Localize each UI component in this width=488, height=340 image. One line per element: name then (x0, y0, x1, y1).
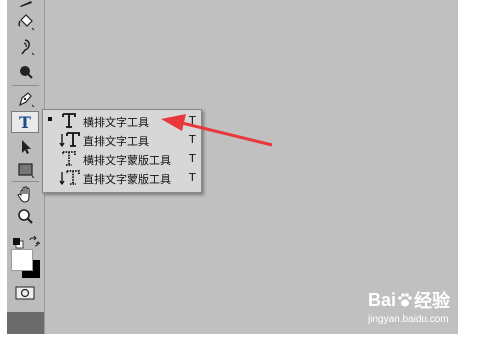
watermark-brand-left: Bai (368, 289, 397, 310)
paint-bucket-icon[interactable] (10, 11, 41, 33)
menu-item-shortcut: T (189, 133, 196, 146)
menu-item-label: 直排文字蒙版工具 (83, 173, 171, 186)
baidu-paw-icon (398, 293, 412, 307)
rectangle-tool-icon[interactable] (10, 159, 41, 181)
menu-item-label: 直排文字工具 (83, 135, 149, 148)
tools-panel-footer (7, 312, 44, 334)
menu-item-label: 横排文字蒙版工具 (83, 154, 171, 167)
menu-item-shortcut: T (189, 114, 196, 127)
brush-icon[interactable] (10, 0, 41, 8)
menu-item-shortcut: T (189, 152, 196, 165)
foreground-color-swatch[interactable] (11, 249, 33, 271)
selected-bullet-icon (48, 117, 52, 121)
horizontal-type-icon (59, 112, 81, 129)
menu-item-vertical-type[interactable]: 直排文字工具 T (43, 130, 201, 149)
baidu-jingyan-watermark: Bai 经验 jingyan.baidu.com (368, 287, 450, 326)
vertical-type-mask-icon (59, 169, 81, 186)
watermark-url: jingyan.baidu.com (368, 314, 449, 325)
type-tool-flyout-menu: 横排文字工具 T 直排文字工具 T 横排文字蒙版工具 T 直排文字蒙版工具 T (42, 109, 202, 193)
type-tool-icon[interactable]: T (11, 111, 39, 133)
type-tool-glyph: T (19, 112, 31, 132)
horizontal-type-mask-icon (59, 150, 81, 167)
burn-tool-icon[interactable] (10, 36, 41, 58)
menu-item-vertical-type-mask[interactable]: 直排文字蒙版工具 T (43, 168, 201, 187)
vertical-type-icon (59, 131, 81, 148)
menu-item-horizontal-type-mask[interactable]: 横排文字蒙版工具 T (43, 149, 201, 168)
menu-item-shortcut: T (189, 171, 196, 184)
color-swatches-icon[interactable] (10, 248, 42, 280)
hand-tool-icon[interactable] (10, 184, 41, 206)
quick-mask-icon[interactable] (15, 285, 35, 304)
toolbar-divider (12, 181, 39, 182)
magnifier-dot-icon[interactable] (10, 61, 41, 83)
menu-item-label: 横排文字工具 (83, 116, 149, 129)
zoom-tool-icon[interactable] (10, 206, 41, 228)
watermark-brand-right: 经验 (414, 291, 451, 311)
menu-item-horizontal-type[interactable]: 横排文字工具 T (43, 111, 201, 130)
pen-tool-icon[interactable] (10, 88, 41, 110)
toolbar-divider (12, 85, 39, 86)
path-selection-icon[interactable] (10, 136, 41, 158)
window-edge (458, 0, 488, 334)
watermark-logo: Bai 经验 (368, 287, 450, 313)
photoshop-window: T 横排文字工具 T 直排文字工具 T 横排文字蒙版工具 T 直排文字蒙版工具 … (0, 0, 488, 340)
